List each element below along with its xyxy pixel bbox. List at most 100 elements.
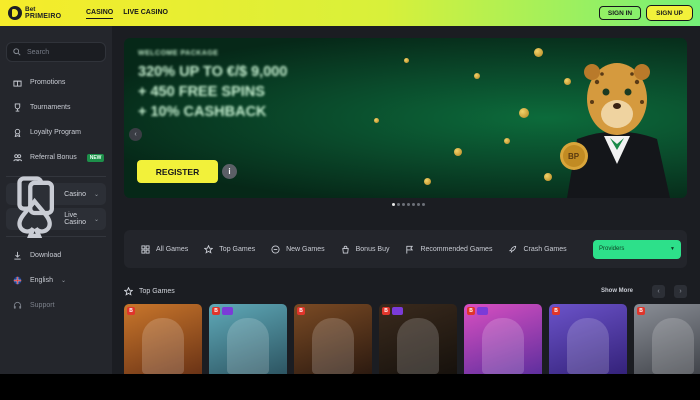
sign-in-button[interactable]: SIGN IN [599, 6, 641, 20]
main-nav: CASINO LIVE CASINO [86, 7, 168, 19]
flag-uk-icon [13, 276, 22, 285]
carousel-dot[interactable] [422, 203, 425, 206]
sidebar-item-label: Loyalty Program [30, 129, 81, 136]
search-icon [13, 48, 21, 56]
gift-icon [13, 80, 22, 87]
game-provider-badge [392, 307, 403, 315]
brand-logo-mark-icon [8, 6, 22, 20]
new-badge: NEW [86, 153, 105, 162]
game-badge: B [212, 307, 220, 315]
filter-recommended-games[interactable]: Recommended Games [405, 245, 492, 254]
sidebar-item-tournaments[interactable]: Tournaments [6, 95, 106, 120]
coin-decoration [454, 148, 462, 156]
sidebar-item-referral-bonus[interactable]: Referral Bonus NEW [6, 145, 106, 170]
sidebar-item-download[interactable]: Download [6, 243, 106, 268]
bp-coin-label: BP [568, 152, 580, 161]
search-input[interactable]: Search [6, 42, 106, 62]
sidebar-group-label: Live Casino [64, 212, 86, 226]
headset-icon [13, 301, 22, 309]
medal-icon [14, 128, 21, 137]
games-prev-button[interactable]: ‹ [652, 284, 665, 298]
game-thumbnail-image [652, 318, 694, 374]
top-games-header: Top Games Show More ‹ › [124, 284, 687, 298]
game-badge: B [127, 307, 135, 315]
brand-line2: PRIMEIRO [25, 13, 62, 20]
carousel-prev-button[interactable]: ‹ [129, 128, 142, 141]
sidebar-item-promotions[interactable]: Promotions [6, 70, 106, 95]
sidebar-item-label: Support [30, 302, 55, 309]
show-more-link[interactable]: Show More [601, 288, 633, 294]
banner-headline-2: + 450 FREE SPINS [138, 84, 265, 100]
carousel-dot[interactable] [397, 203, 400, 206]
coin-decoration [404, 58, 409, 63]
carousel-dot[interactable] [407, 203, 410, 206]
banner-headline-1: 320% UP TO €/$ 9,000 [138, 64, 288, 80]
coin-decoration [374, 118, 379, 123]
banner-headline-3: + 10% CASHBACK [138, 104, 267, 120]
game-thumbnail-image [142, 318, 184, 374]
brand-line1: Bet [25, 6, 36, 13]
filter-new-games[interactable]: New Games [271, 244, 325, 254]
games-row: BBBBBBB [124, 304, 700, 374]
nav-live-casino[interactable]: LIVE CASINO [123, 7, 168, 19]
sign-up-button[interactable]: SIGN UP [647, 6, 692, 20]
carousel-dot[interactable] [412, 203, 415, 206]
filter-label: Top Games [219, 245, 256, 253]
bottom-letterbox [0, 374, 700, 400]
promo-banner[interactable]: WELCOME PACKAGE 320% UP TO €/$ 9,000 + 4… [124, 38, 687, 198]
grid-icon [141, 244, 150, 254]
game-provider-badge [222, 307, 233, 315]
game-filter-bar: All Games Top Games New Games Bonus Buy … [124, 230, 687, 268]
game-badge: B [297, 307, 305, 315]
nav-casino[interactable]: CASINO [86, 7, 114, 19]
filter-top-games[interactable]: Top Games [204, 244, 256, 254]
language-label: English [30, 277, 53, 284]
game-card[interactable]: B [634, 304, 700, 374]
brand-logo[interactable]: Bet PRIMEIRO [8, 6, 86, 20]
game-badge: B [637, 307, 645, 315]
coin-decoration [424, 178, 431, 185]
game-card[interactable]: B [464, 304, 542, 374]
games-next-button[interactable]: › [674, 284, 687, 298]
sidebar: Search Promotions Tournaments Loyalty Pr… [0, 26, 112, 374]
new-icon [271, 244, 280, 254]
star-icon [204, 244, 214, 254]
filter-label: New Games [286, 245, 325, 253]
game-provider-badge [477, 307, 488, 315]
game-card[interactable]: B [209, 304, 287, 374]
sidebar-item-label: Download [30, 252, 62, 259]
filter-bonus-buy[interactable]: Bonus Buy [341, 245, 390, 254]
providers-label: Providers [599, 246, 625, 252]
main-content: WELCOME PACKAGE 320% UP TO €/$ 9,000 + 4… [112, 26, 700, 374]
carousel-dot[interactable] [417, 203, 420, 206]
filter-all-games[interactable]: All Games [141, 244, 189, 254]
language-selector[interactable]: English ⌄ [6, 268, 106, 293]
game-card[interactable]: B [379, 304, 457, 374]
filter-label: Bonus Buy [355, 245, 390, 253]
sidebar-item-support[interactable]: Support [6, 293, 106, 318]
flag-icon [406, 245, 414, 254]
chevron-down-icon: ⌄ [93, 216, 99, 223]
filter-crash-games[interactable]: Crash Games [508, 245, 567, 254]
filter-label: All Games [156, 245, 189, 253]
coin-decoration [504, 138, 510, 144]
section-title: Top Games [139, 287, 175, 295]
sidebar-group-label: Casino [64, 190, 86, 198]
game-thumbnail-image [567, 318, 609, 374]
game-badge: B [382, 307, 390, 315]
register-button[interactable]: REGISTER [137, 160, 218, 183]
providers-dropdown[interactable]: Providers ▼ [593, 239, 681, 259]
game-thumbnail-image [227, 318, 269, 374]
info-icon[interactable]: i [222, 164, 237, 179]
sidebar-item-label: Referral Bonus [30, 154, 77, 161]
sidebar-item-loyalty-program[interactable]: Loyalty Program [6, 120, 106, 145]
sidebar-group-live-casino[interactable]: Live Casino ⌄ [6, 198, 106, 239]
carousel-dot[interactable] [402, 203, 405, 206]
game-thumbnail-image [482, 318, 524, 374]
game-card[interactable]: B [549, 304, 627, 374]
banner-text: WELCOME PACKAGE 320% UP TO €/$ 9,000 + 4… [138, 50, 287, 122]
carousel-dot[interactable] [392, 203, 395, 206]
game-card[interactable]: B [124, 304, 202, 374]
game-card[interactable]: B [294, 304, 372, 374]
game-thumbnail-image [312, 318, 354, 374]
